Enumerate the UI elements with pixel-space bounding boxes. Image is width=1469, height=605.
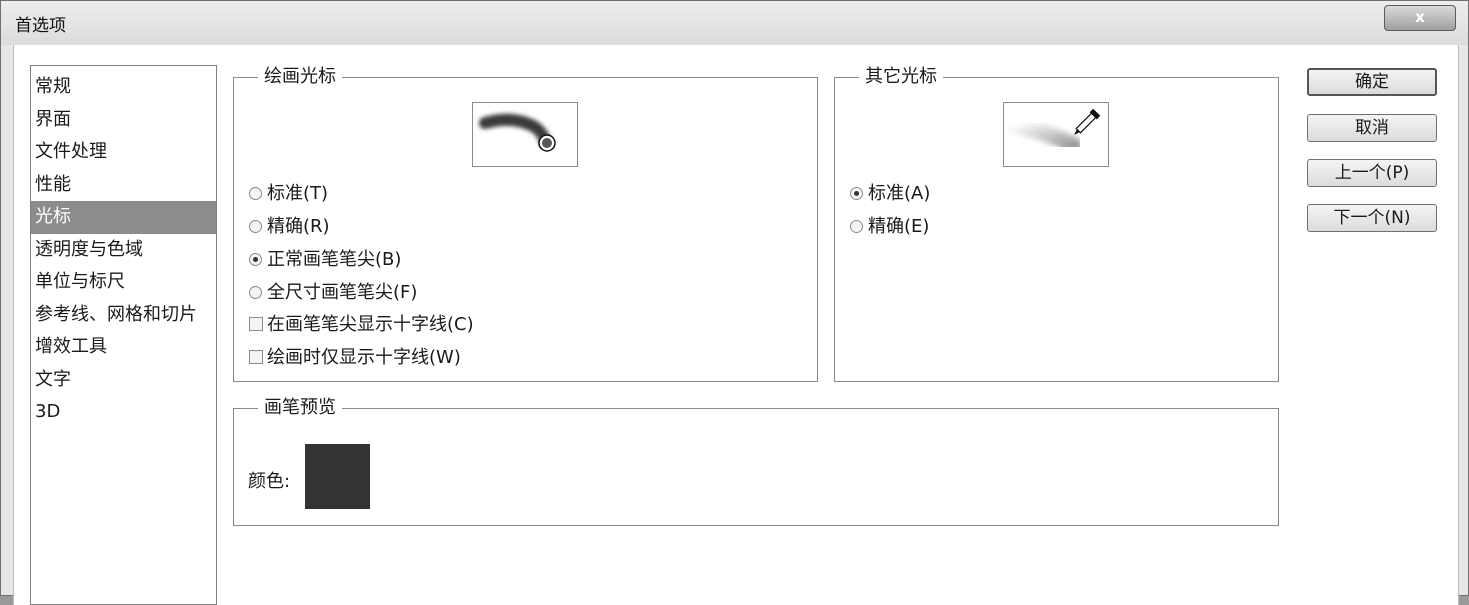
checkbox[interactable] — [249, 317, 263, 331]
radio-button[interactable] — [850, 187, 863, 200]
category-item[interactable]: 参考线、网格和切片 — [31, 299, 216, 332]
next-button[interactable]: 下一个(N) — [1307, 204, 1437, 232]
category-item[interactable]: 界面 — [31, 104, 216, 137]
category-item[interactable]: 常规 — [31, 71, 216, 104]
close-button[interactable]: x — [1384, 5, 1456, 31]
cancel-button[interactable]: 取消 — [1307, 114, 1437, 142]
painting-cursors-title: 绘画光标 — [258, 66, 342, 88]
radio-standard-t[interactable]: 标准(T) — [249, 183, 328, 205]
color-swatch[interactable] — [305, 444, 370, 509]
checkbox-crosshair-only-while-painting[interactable]: 绘画时仅显示十字线(W) — [249, 347, 461, 369]
brush-preview-group: 画笔预览 — [233, 397, 1279, 526]
color-label: 颜色: — [248, 471, 291, 492]
category-item[interactable]: 增效工具 — [31, 331, 216, 364]
eyedropper-icon — [1006, 108, 1101, 153]
title-bar: 首选项 x — [1, 1, 1468, 45]
radio-label: 标准(T) — [267, 183, 329, 204]
painting-cursor-preview — [472, 102, 578, 167]
brush-preview-title: 画笔预览 — [258, 397, 342, 419]
category-list: 常规 界面 文件处理 性能 光标 透明度与色域 单位与标尺 参考线、网格和切片 增效工具 文字 3D — [30, 65, 217, 605]
radio-button[interactable] — [249, 286, 262, 299]
radio-label: 标准(A) — [868, 183, 931, 204]
checkbox-show-crosshair[interactable]: 在画笔笔尖显示十字线(C) — [249, 314, 474, 336]
radio-label: 精确(E) — [868, 216, 930, 237]
category-item[interactable]: 透明度与色域 — [31, 234, 216, 267]
radio-full-size-brush-tip[interactable]: 全尺寸画笔笔尖(F) — [249, 282, 417, 304]
other-cursor-preview — [1003, 102, 1109, 167]
previous-button[interactable]: 上一个(P) — [1307, 159, 1437, 187]
radio-label: 全尺寸画笔笔尖(F) — [267, 282, 418, 303]
checkbox[interactable] — [249, 350, 263, 364]
dialog-title: 首选项 — [15, 16, 66, 36]
category-item[interactable]: 性能 — [31, 169, 216, 202]
radio-button[interactable] — [249, 220, 262, 233]
radio-label: 正常画笔笔尖(B) — [267, 249, 402, 270]
checkbox-label: 绘画时仅显示十字线(W) — [267, 347, 461, 368]
radio-precise-e[interactable]: 精确(E) — [850, 216, 929, 238]
category-item[interactable]: 文件处理 — [31, 136, 216, 169]
radio-label: 精确(R) — [267, 216, 330, 237]
other-cursors-title: 其它光标 — [859, 66, 943, 88]
ok-button[interactable]: 确定 — [1307, 68, 1437, 96]
category-item[interactable]: 单位与标尺 — [31, 266, 216, 299]
checkbox-label: 在画笔笔尖显示十字线(C) — [267, 314, 474, 335]
radio-button[interactable] — [249, 253, 262, 266]
category-item[interactable]: 文字 — [31, 364, 216, 397]
radio-precise-r[interactable]: 精确(R) — [249, 216, 330, 238]
category-item[interactable]: 光标 — [31, 201, 216, 234]
brush-stroke-icon — [479, 113, 556, 152]
radio-standard-a[interactable]: 标准(A) — [850, 183, 930, 205]
radio-normal-brush-tip[interactable]: 正常画笔笔尖(B) — [249, 249, 401, 271]
category-item[interactable]: 3D — [31, 396, 216, 429]
radio-button[interactable] — [249, 187, 262, 200]
radio-button[interactable] — [850, 220, 863, 233]
